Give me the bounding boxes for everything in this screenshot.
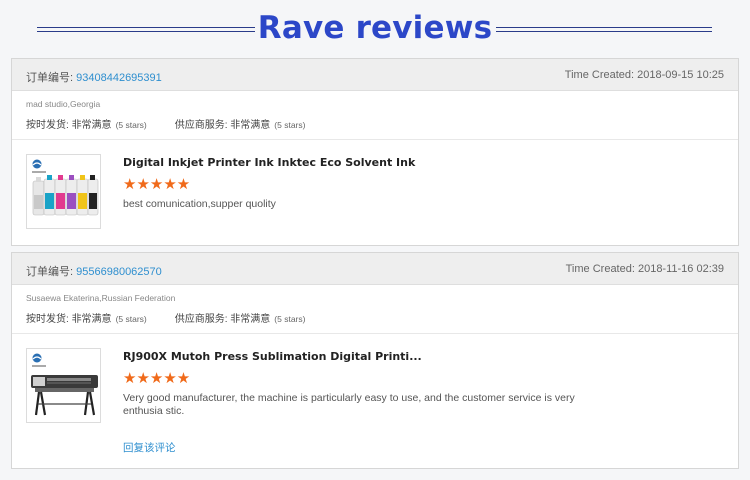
product-thumbnail[interactable] [26, 348, 101, 423]
service-stars-note: (5 stars) [274, 120, 306, 130]
review-card: 订单编号: 93408442695391 Time Created: 2018-… [11, 58, 739, 246]
reply-to-review-link[interactable]: 回复该评论 [123, 440, 176, 455]
delivery-label: 按时发货: [26, 120, 69, 131]
section-header: Rave reviews [0, 0, 750, 56]
ratings-row: 按时发货: 非常满意 (5 stars) 供应商服务: 非常满意 (5 stars) [26, 116, 305, 131]
order-info: 订单编号: 93408442695391 [26, 69, 162, 85]
delivery-stars-note: (5 stars) [115, 120, 147, 130]
delivery-value: 非常满意 [71, 314, 112, 325]
buyer-info: Susaewa Ekaterina,Russian Federation [26, 293, 176, 303]
header-decor-line-right [496, 27, 712, 32]
product-thumbnail[interactable] [26, 154, 101, 229]
divider [12, 139, 738, 140]
review-card-header: 订单编号: 95566980062570 Time Created: 2018-… [12, 253, 738, 285]
star-rating: ★★★★★ [123, 176, 191, 193]
order-label: 订单编号: [26, 266, 74, 278]
review-card-header: 订单编号: 93408442695391 Time Created: 2018-… [12, 59, 738, 91]
service-value: 非常满意 [230, 314, 271, 325]
order-info: 订单编号: 95566980062570 [26, 263, 162, 279]
buyer-info: mad studio,Georgia [26, 99, 101, 109]
service-stars-note: (5 stars) [274, 314, 306, 324]
service-label: 供应商服务: [174, 314, 228, 325]
review-card: 订单编号: 95566980062570 Time Created: 2018-… [11, 252, 739, 469]
divider [12, 333, 738, 334]
service-label: 供应商服务: [174, 120, 228, 131]
order-number-link[interactable]: 95566980062570 [76, 266, 162, 278]
ink-bottles-image [27, 155, 100, 228]
review-comment: best comunication,supper quolity [123, 198, 276, 210]
product-title[interactable]: Digital Inkjet Printer Ink Inktec Eco So… [123, 156, 415, 169]
star-rating: ★★★★★ [123, 370, 191, 387]
delivery-value: 非常满意 [71, 120, 112, 131]
printer-image [27, 349, 100, 422]
delivery-stars-note: (5 stars) [115, 314, 147, 324]
service-value: 非常满意 [230, 120, 271, 131]
ratings-row: 按时发货: 非常满意 (5 stars) 供应商服务: 非常满意 (5 stars) [26, 310, 305, 325]
order-label: 订单编号: [26, 72, 74, 84]
review-comment: Very good manufacturer, the machine is p… [123, 392, 575, 417]
delivery-label: 按时发货: [26, 314, 69, 325]
time-created: Time Created: 2018-11-16 02:39 [565, 263, 724, 275]
product-title[interactable]: RJ900X Mutoh Press Sublimation Digital P… [123, 350, 422, 363]
time-created: Time Created: 2018-09-15 10:25 [564, 69, 724, 81]
order-number-link[interactable]: 93408442695391 [76, 72, 162, 84]
